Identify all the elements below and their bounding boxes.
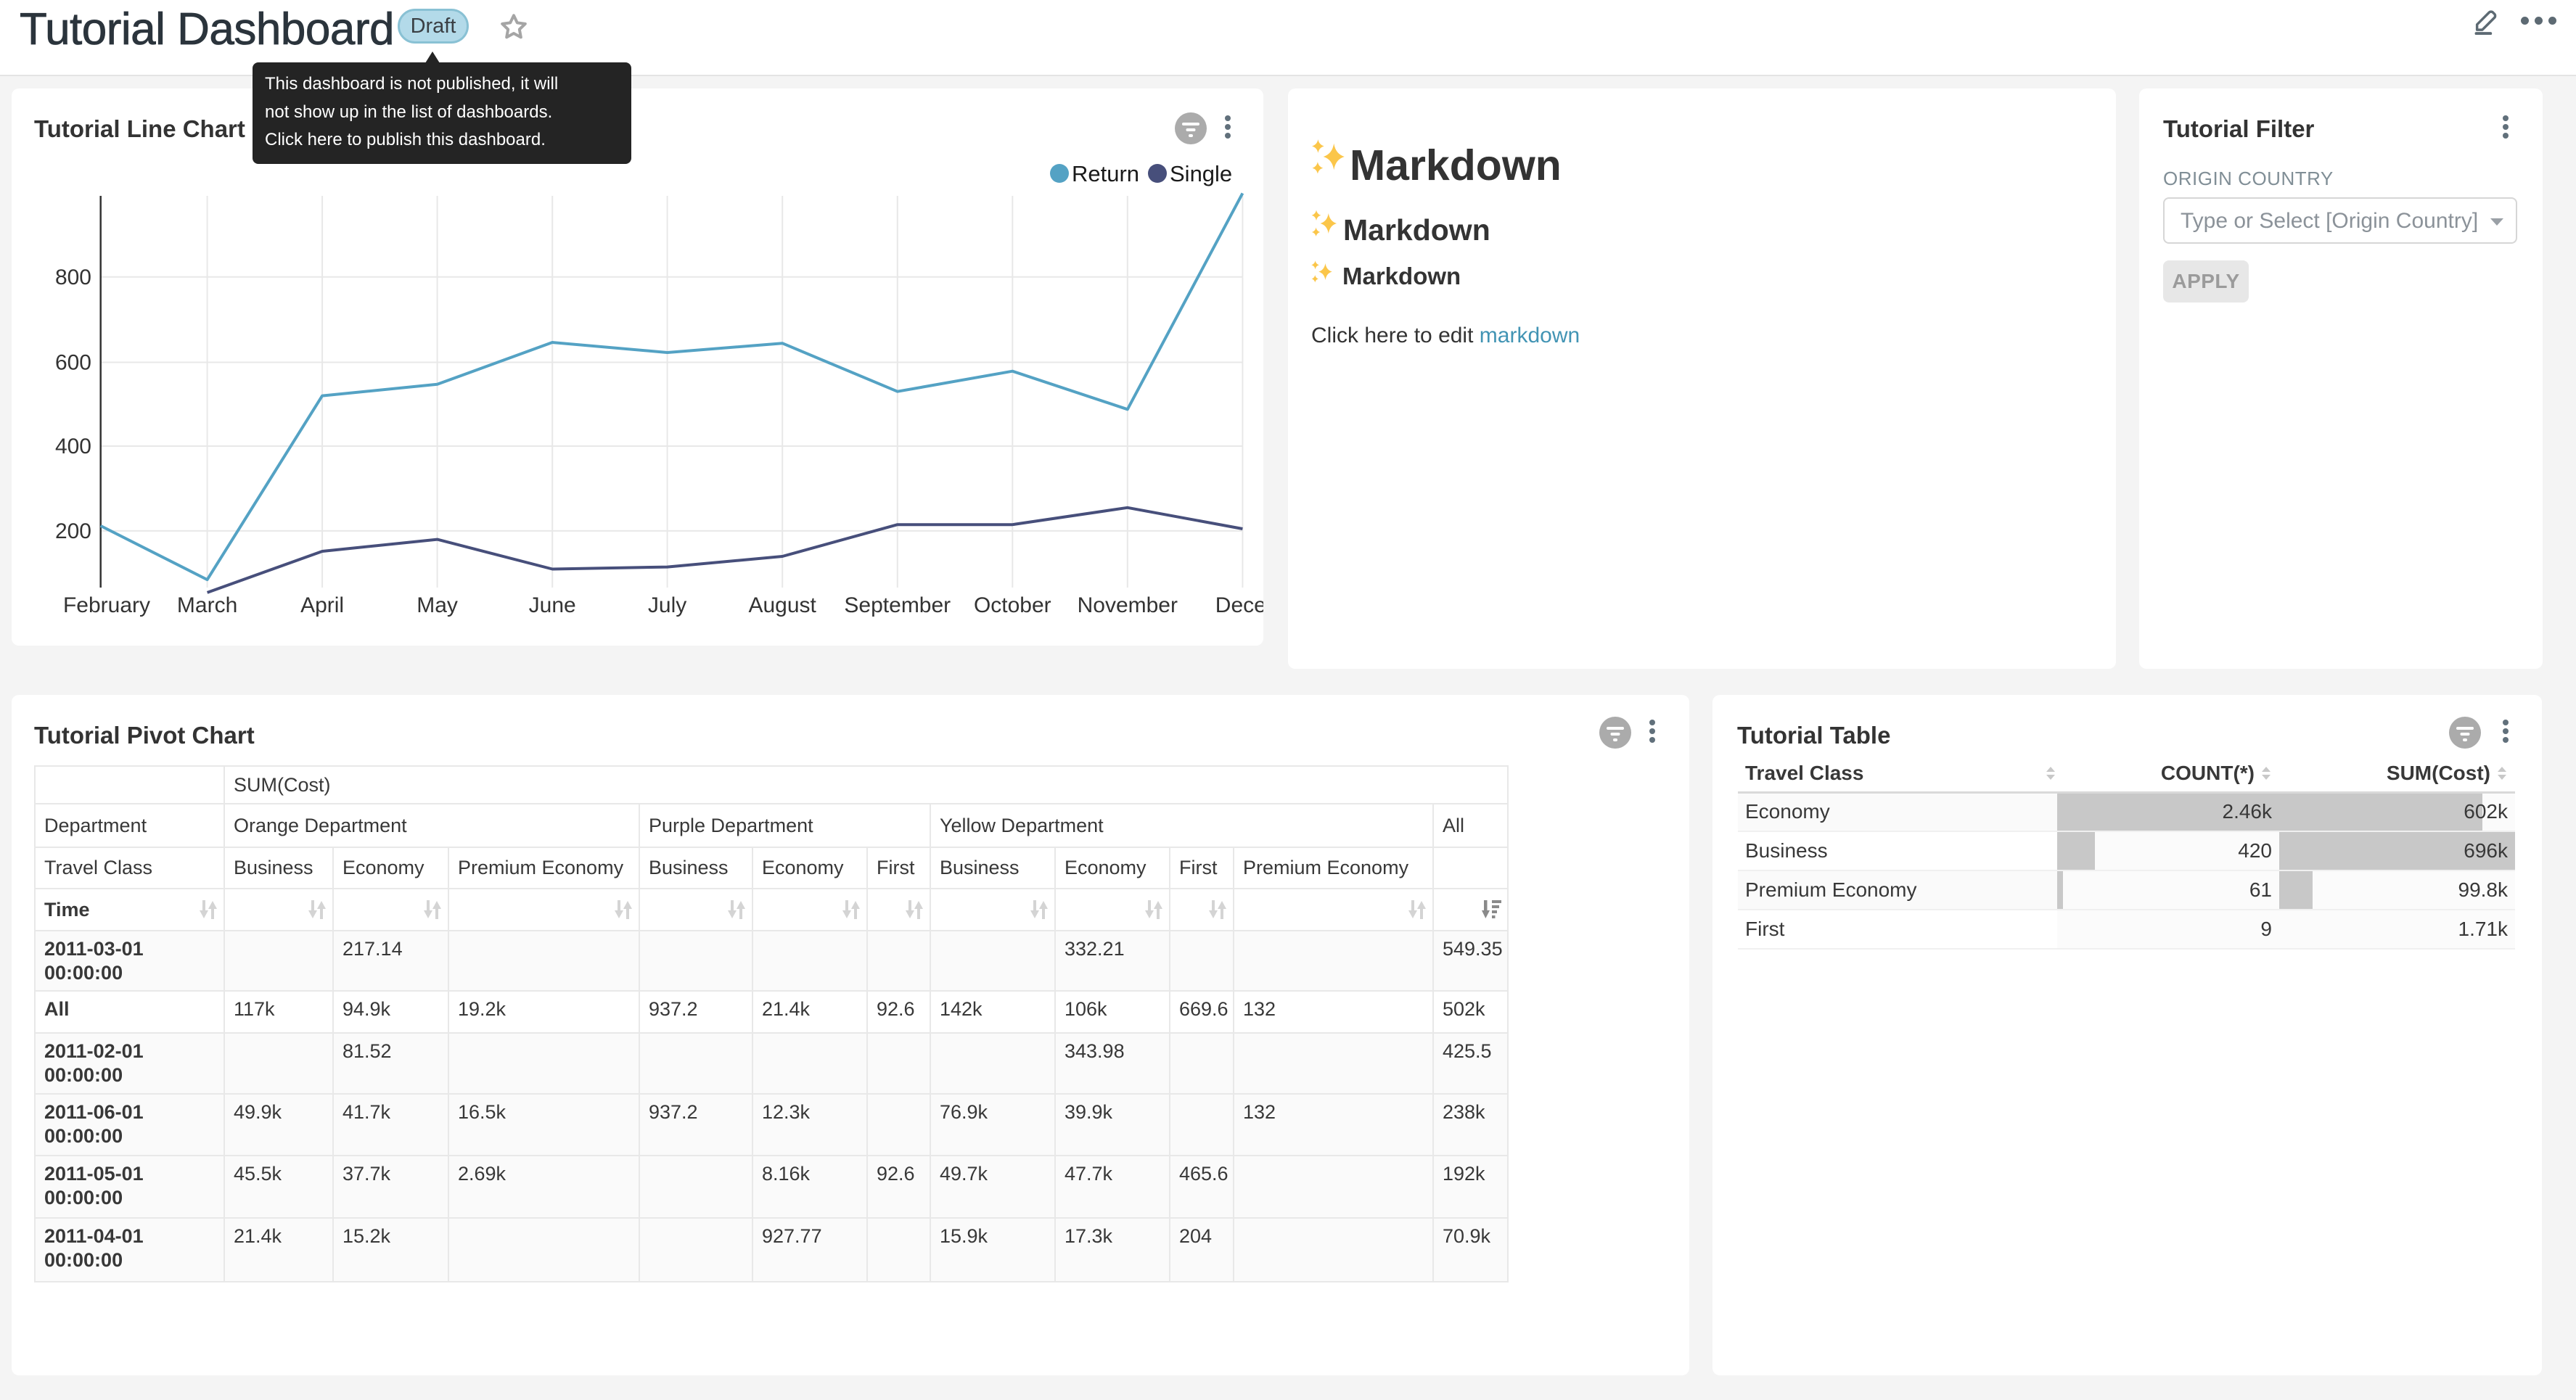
svg-text:800: 800	[55, 265, 91, 289]
svg-text:October: October	[974, 593, 1051, 617]
svg-text:November: November	[1078, 593, 1178, 617]
svg-text:June: June	[529, 593, 576, 617]
svg-text:July: July	[648, 593, 686, 617]
svg-text:Return: Return	[1072, 161, 1139, 186]
svg-text:April: April	[300, 593, 344, 617]
svg-text:March: March	[177, 593, 237, 617]
svg-text:Single: Single	[1170, 161, 1232, 186]
svg-text:200: 200	[55, 519, 91, 543]
svg-text:400: 400	[55, 435, 91, 458]
svg-text:May: May	[417, 593, 458, 617]
svg-text:December: December	[1215, 593, 1263, 617]
svg-text:February: February	[63, 593, 150, 617]
svg-text:August: August	[748, 593, 816, 617]
svg-text:September: September	[844, 593, 951, 617]
svg-text:600: 600	[55, 351, 91, 375]
